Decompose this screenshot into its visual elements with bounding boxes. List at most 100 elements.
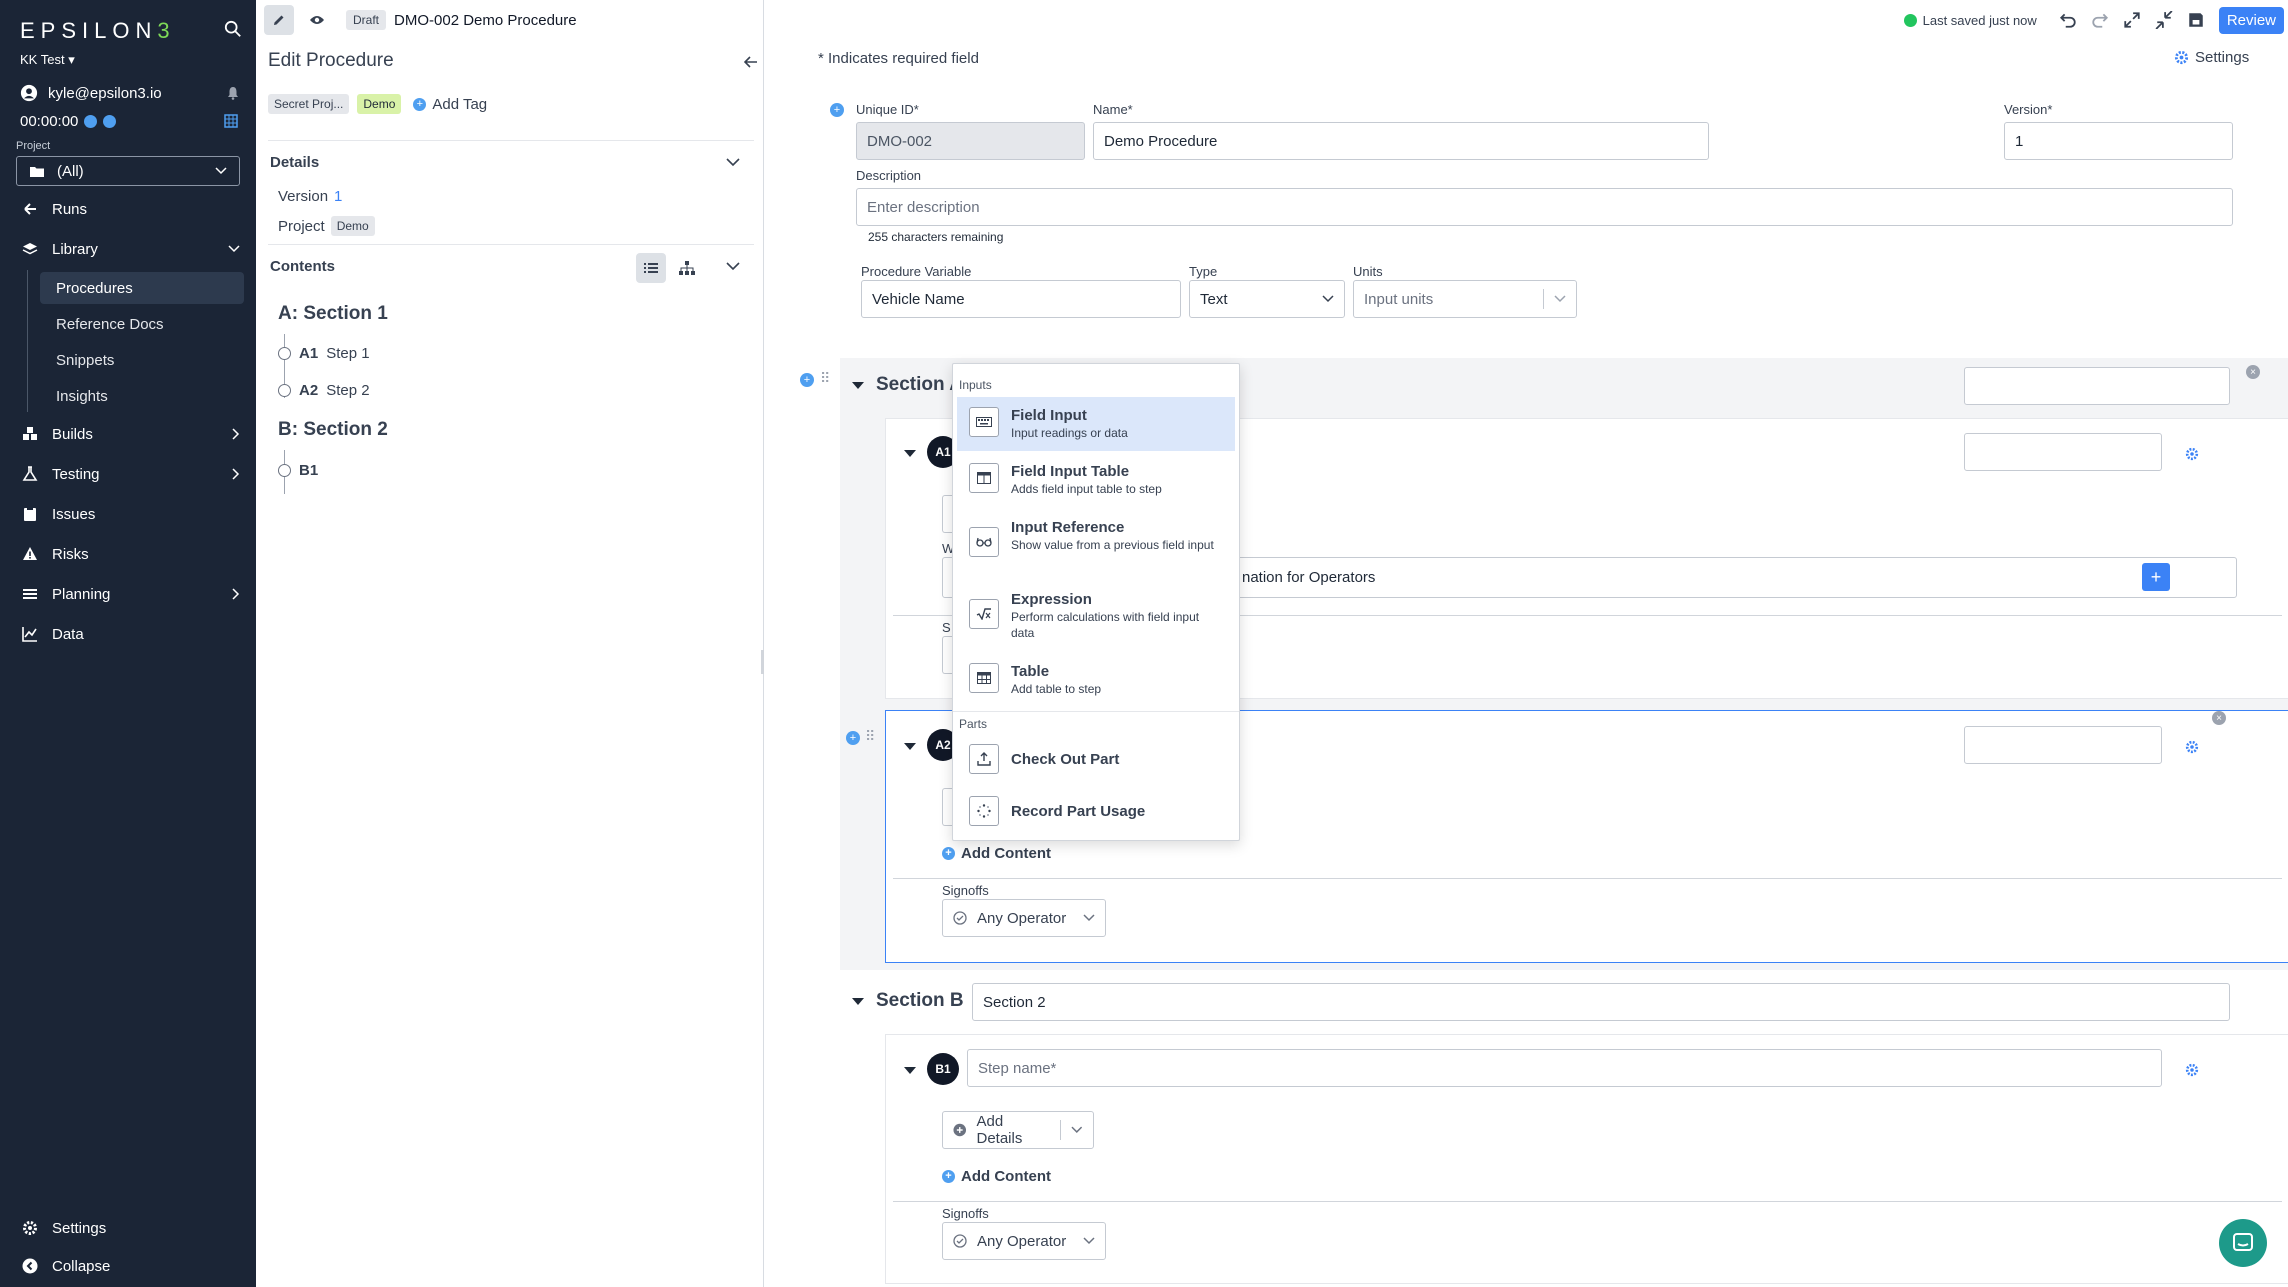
run-icon	[24, 203, 36, 215]
nav-collapse[interactable]: Collapse	[0, 1248, 256, 1284]
caret-down-icon[interactable]	[904, 1067, 916, 1074]
nav-procedures[interactable]: Procedures	[40, 272, 244, 304]
step-b1-placeholder: Step name*	[978, 1059, 1057, 1077]
version-label: Version	[278, 188, 329, 205]
chevron-down-icon[interactable]	[726, 158, 740, 167]
edit-mode-button[interactable]	[264, 5, 294, 35]
gear-icon[interactable]	[2185, 740, 2199, 754]
nav-insights[interactable]: Insights	[40, 380, 244, 412]
name-label: Name*	[1093, 102, 1133, 117]
step-b1-badge: B1	[927, 1053, 959, 1085]
nav-risks[interactable]: Risks	[0, 536, 256, 572]
step-a2-add-content-button[interactable]: + Add Content	[942, 845, 1051, 862]
step-b1-add-details-button[interactable]: Add Details	[942, 1111, 1094, 1149]
signoff-select-partial[interactable]	[942, 636, 952, 674]
menu-item-expression[interactable]: Expression Perform calculations with fiel…	[957, 581, 1235, 651]
procedure-variable-field[interactable]: Vehicle Name	[861, 280, 1181, 318]
details-heading: Details	[270, 154, 320, 171]
compress-icon[interactable]	[2155, 11, 2173, 29]
add-details-button-partial[interactable]	[942, 788, 952, 826]
menu-group-parts: Parts	[959, 717, 988, 731]
step-a1-name-field[interactable]	[1964, 433, 2162, 471]
arrow-left-icon[interactable]	[744, 56, 758, 68]
outline-step-b1[interactable]: B1	[278, 462, 318, 479]
caret-down-icon[interactable]	[904, 743, 916, 750]
project-select[interactable]: (All)	[16, 156, 240, 186]
settings-button[interactable]: Settings	[2174, 49, 2249, 66]
description-field[interactable]: Enter description	[856, 188, 2233, 226]
redo-icon[interactable]	[2091, 11, 2109, 29]
add-section-button[interactable]: +	[800, 373, 814, 387]
review-button[interactable]: Review	[2218, 6, 2284, 34]
menu-separator	[953, 711, 1239, 712]
menu-item-check-out-part[interactable]: Check Out Part	[957, 734, 1235, 784]
add-step-button[interactable]: +	[846, 731, 860, 745]
add-tag-button[interactable]: + Add Tag	[413, 96, 487, 113]
remove-section-icon[interactable]: ×	[2246, 365, 2260, 379]
remove-step-icon[interactable]: ×	[2212, 711, 2226, 725]
type-select[interactable]: Text	[1189, 280, 1345, 318]
menu-item-input-reference[interactable]: Input Reference Show value from a previou…	[957, 509, 1235, 579]
tag-secret-project[interactable]: Secret Proj...	[268, 94, 350, 114]
section-a-name-field[interactable]	[1964, 367, 2230, 405]
play-icon[interactable]	[84, 115, 98, 128]
add-section-button[interactable]: +	[830, 103, 844, 117]
table-columns-icon	[969, 463, 999, 493]
units-select[interactable]: Input units	[1353, 280, 1577, 318]
gear-icon[interactable]	[2185, 1063, 2199, 1077]
calendar-grid-icon[interactable]	[224, 114, 238, 128]
section-b-name-field[interactable]: Section 2	[972, 983, 2230, 1021]
drag-handle-icon[interactable]: ⠿	[820, 370, 830, 387]
nav-builds[interactable]: Builds	[0, 416, 256, 452]
outline-section-b[interactable]: B: Section 2	[278, 419, 388, 441]
step-a2-name-field[interactable]	[1964, 726, 2162, 764]
step-b1-name-field[interactable]: Step name*	[967, 1049, 2162, 1087]
step-a2-signoff-select[interactable]: Any Operator	[942, 899, 1106, 937]
undo-icon[interactable]	[2059, 11, 2077, 29]
nav-data[interactable]: Data	[0, 616, 256, 652]
chevron-down-icon[interactable]	[726, 262, 740, 271]
collapse-left-icon	[22, 1258, 38, 1274]
nav-snippets[interactable]: Snippets	[40, 344, 244, 376]
version-field[interactable]: 1	[2004, 122, 2233, 160]
outline-step-a2[interactable]: A2 Step 2	[278, 382, 370, 399]
button-divider	[1060, 1120, 1062, 1140]
nav-testing[interactable]: Testing	[0, 456, 256, 492]
menu-item-record-part-usage[interactable]: Record Part Usage	[957, 786, 1235, 836]
workspace-selector[interactable]: KK Test ▾	[20, 52, 75, 68]
tree-view-button[interactable]	[672, 253, 702, 283]
nav-library[interactable]: Library	[0, 231, 256, 267]
name-field[interactable]: Demo Procedure	[1093, 122, 1709, 160]
drag-handle-icon[interactable]: ⠿	[865, 728, 875, 745]
step-b1-signoff-select[interactable]: Any Operator	[942, 1222, 1106, 1260]
gear-icon[interactable]	[2185, 447, 2199, 461]
nav-reference-docs[interactable]: Reference Docs	[40, 308, 244, 340]
epsilon3-logo[interactable]: EPSILON3	[20, 18, 176, 44]
caret-down-icon[interactable]	[904, 450, 916, 457]
nav-settings[interactable]: Settings	[0, 1210, 256, 1246]
expand-icon[interactable]	[2123, 11, 2141, 29]
nav-runs[interactable]: Runs	[0, 191, 256, 227]
list-view-button[interactable]	[636, 253, 666, 283]
user-menu[interactable]: kyle@epsilon3.io	[20, 84, 162, 102]
tag-list: Secret Proj... Demo + Add Tag	[268, 94, 487, 114]
caret-down-icon[interactable]	[852, 381, 864, 389]
menu-item-table[interactable]: Table Add table to step	[957, 653, 1235, 707]
menu-item-field-input-table[interactable]: Field Input Table Adds field input table …	[957, 453, 1235, 507]
tag-demo[interactable]: Demo	[357, 94, 402, 114]
chat-launcher-button[interactable]	[2219, 1219, 2267, 1267]
preview-mode-button[interactable]	[302, 5, 332, 35]
nav-planning[interactable]: Planning	[0, 576, 256, 612]
save-icon[interactable]	[2187, 11, 2205, 29]
outline-section-a[interactable]: A: Section 1	[278, 303, 388, 325]
bell-icon[interactable]	[226, 86, 240, 100]
reset-icon[interactable]	[103, 115, 117, 128]
search-icon[interactable]	[224, 20, 242, 38]
add-content-plus-button[interactable]: +	[2142, 563, 2170, 591]
outline-step-a1[interactable]: A1 Step 1	[278, 345, 370, 362]
step-b1-add-content-button[interactable]: + Add Content	[942, 1168, 1051, 1185]
caret-down-icon[interactable]	[852, 997, 864, 1005]
nav-issues[interactable]: Issues	[0, 496, 256, 532]
menu-item-field-input[interactable]: Field Input Input readings or data	[957, 397, 1235, 451]
add-details-button-partial[interactable]	[942, 495, 952, 533]
